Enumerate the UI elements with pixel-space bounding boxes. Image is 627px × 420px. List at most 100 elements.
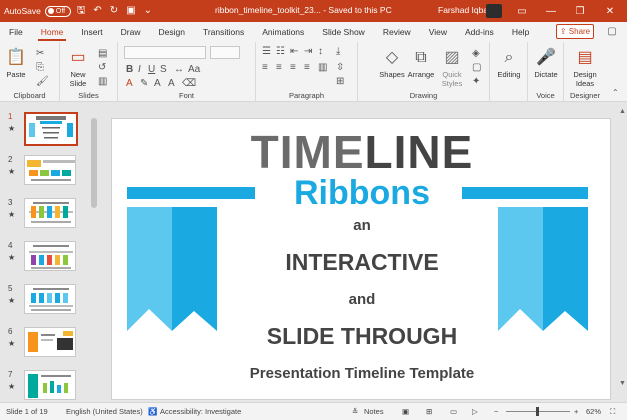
slideshow-icon[interactable]: ▣	[126, 6, 135, 16]
zoom-out-icon[interactable]: −	[494, 407, 498, 416]
numbering-icon[interactable]: ☷	[276, 46, 285, 57]
copy-icon[interactable]: ⎘	[36, 62, 44, 73]
align-text-icon[interactable]: ⇳	[336, 62, 344, 73]
thumbnail-slide-2[interactable]: 2 ★	[0, 155, 100, 195]
justify-icon[interactable]: ≡	[304, 62, 310, 73]
ribbon-display-icon[interactable]: ▭	[508, 0, 536, 22]
thumbnail-slide-1[interactable]: 1 ★	[0, 112, 100, 152]
slide-sorter-icon[interactable]: ⊞	[426, 407, 432, 416]
slide-subtitle: Ribbons	[294, 174, 430, 212]
dictate-button[interactable]: 🎤 Dictate	[531, 46, 561, 79]
zoom-slider-thumb[interactable]	[536, 407, 539, 416]
smartart-icon[interactable]: ⊞	[336, 76, 344, 87]
clear-format-icon[interactable]: ⌫	[182, 78, 196, 89]
fit-to-window-icon[interactable]: ⛶	[610, 407, 615, 417]
restore-button[interactable]: ❐	[566, 0, 594, 22]
comments-icon[interactable]: ▢	[602, 24, 622, 39]
change-case-icon[interactable]: Aa	[188, 64, 200, 75]
tab-draw[interactable]: Draw	[112, 22, 150, 42]
highlight-icon[interactable]: ✎	[140, 78, 148, 89]
design-ideas-button[interactable]: ▤ Design Ideas	[568, 46, 602, 88]
notes-button[interactable]: Notes	[364, 407, 384, 416]
section-icon[interactable]: ▥	[98, 76, 107, 87]
paste-button[interactable]: 📋 Paste	[4, 46, 28, 79]
save-icon[interactable]: 🖫	[77, 6, 86, 16]
tab-review[interactable]: Review	[374, 22, 420, 42]
reading-view-icon[interactable]: ▭	[450, 407, 457, 416]
decrease-indent-icon[interactable]: ⇤	[290, 46, 298, 57]
tab-design[interactable]: Design	[150, 22, 194, 42]
avatar[interactable]	[486, 4, 502, 18]
tab-insert[interactable]: Insert	[72, 22, 111, 42]
tab-slide-show[interactable]: Slide Show	[313, 22, 374, 42]
animation-star-icon: ★	[8, 167, 16, 176]
grow-font-icon[interactable]: A	[154, 78, 161, 89]
layout-icon[interactable]: ▤	[98, 48, 107, 59]
language[interactable]: English (United States)	[66, 407, 143, 416]
thumbnail-scrollbar[interactable]	[91, 118, 97, 208]
tab-file[interactable]: File	[0, 22, 32, 42]
tab-home[interactable]: Home	[32, 22, 73, 42]
ribbon: 📋 Paste ✂ ⎘ 🖌 Clipboard ▭ New Slide ▤ ↺ …	[0, 42, 627, 102]
format-painter-icon[interactable]: 🖌	[36, 76, 49, 87]
shapes-button[interactable]: ◇ Shapes	[378, 46, 406, 79]
font-family-dropdown[interactable]	[124, 46, 206, 59]
normal-view-icon[interactable]: ▣	[402, 407, 409, 416]
strikethrough-icon[interactable]: S	[160, 64, 167, 75]
close-button[interactable]: ✕	[596, 0, 624, 22]
new-slide-button[interactable]: ▭ New Slide	[65, 46, 91, 88]
font-size-dropdown[interactable]	[210, 46, 240, 59]
font-color-icon[interactable]: A	[126, 78, 133, 89]
columns-icon[interactable]: ▥	[318, 62, 327, 73]
qat-customize-icon[interactable]: ⌄	[144, 6, 152, 16]
italic-icon[interactable]: I	[138, 64, 141, 75]
undo-icon[interactable]: ↶	[93, 6, 101, 16]
line-spacing-icon[interactable]: ↕	[318, 46, 323, 57]
slide-text-and: and	[348, 291, 376, 308]
char-spacing-icon[interactable]: ↔	[174, 64, 184, 75]
quick-styles-icon: ▨	[444, 48, 460, 66]
thumbnail-image	[24, 198, 76, 228]
bold-icon[interactable]: B	[126, 64, 133, 75]
scroll-down-icon[interactable]: ▼	[619, 380, 626, 387]
thumbnail-slide-6[interactable]: 6 ★	[0, 327, 100, 367]
accessibility-status[interactable]: Accessibility: Investigate	[160, 407, 241, 416]
zoom-in-icon[interactable]: +	[574, 407, 578, 416]
shape-outline-icon[interactable]: ▢	[472, 62, 481, 73]
shape-fill-icon[interactable]: ◈	[472, 48, 480, 59]
quick-styles-button[interactable]: ▨ Quick Styles	[438, 46, 466, 88]
scroll-up-icon[interactable]: ▲	[619, 108, 626, 115]
editing-button[interactable]: ⌕ Editing	[494, 46, 524, 79]
user-name[interactable]: Farshad Iqbal	[438, 5, 490, 15]
redo-icon[interactable]: ↻	[110, 6, 118, 16]
cut-icon[interactable]: ✂	[36, 48, 44, 59]
collapse-ribbon-icon[interactable]: ⌃	[612, 88, 619, 97]
increase-indent-icon[interactable]: ⇥	[304, 46, 312, 57]
minimize-button[interactable]: —	[537, 0, 565, 22]
text-direction-icon[interactable]: ⤓	[336, 46, 340, 57]
align-left-icon[interactable]: ≡	[262, 62, 268, 73]
bullets-icon[interactable]: ☰	[262, 46, 271, 57]
shape-effects-icon[interactable]: ✦	[472, 76, 480, 87]
notes-icon: ≚	[352, 407, 359, 416]
slide-count: Slide 1 of 19	[6, 407, 48, 416]
tab-add-ins[interactable]: Add-ins	[456, 22, 503, 42]
thumbnail-slide-3[interactable]: 3 ★	[0, 198, 100, 238]
autosave-toggle[interactable]: Off	[44, 5, 71, 17]
tab-animations[interactable]: Animations	[253, 22, 313, 42]
thumbnail-slide-5[interactable]: 5 ★	[0, 284, 100, 324]
slide-canvas[interactable]: TIMELINE Ribbons an INTERACTIVE and SLID…	[111, 118, 611, 400]
shrink-font-icon[interactable]: A	[168, 78, 175, 89]
thumbnail-slide-4[interactable]: 4 ★	[0, 241, 100, 281]
zoom-level[interactable]: 62%	[586, 407, 601, 416]
tab-view[interactable]: View	[420, 22, 456, 42]
align-right-icon[interactable]: ≡	[290, 62, 296, 73]
align-center-icon[interactable]: ≡	[276, 62, 282, 73]
tab-help[interactable]: Help	[503, 22, 538, 42]
underline-icon[interactable]: U	[148, 64, 155, 75]
reset-icon[interactable]: ↺	[98, 62, 106, 73]
arrange-button[interactable]: ⧉ Arrange	[406, 46, 436, 79]
tab-transitions[interactable]: Transitions	[194, 22, 253, 42]
share-button[interactable]: ⇪ Share	[556, 24, 594, 39]
slideshow-view-icon[interactable]: ▷	[472, 407, 478, 416]
